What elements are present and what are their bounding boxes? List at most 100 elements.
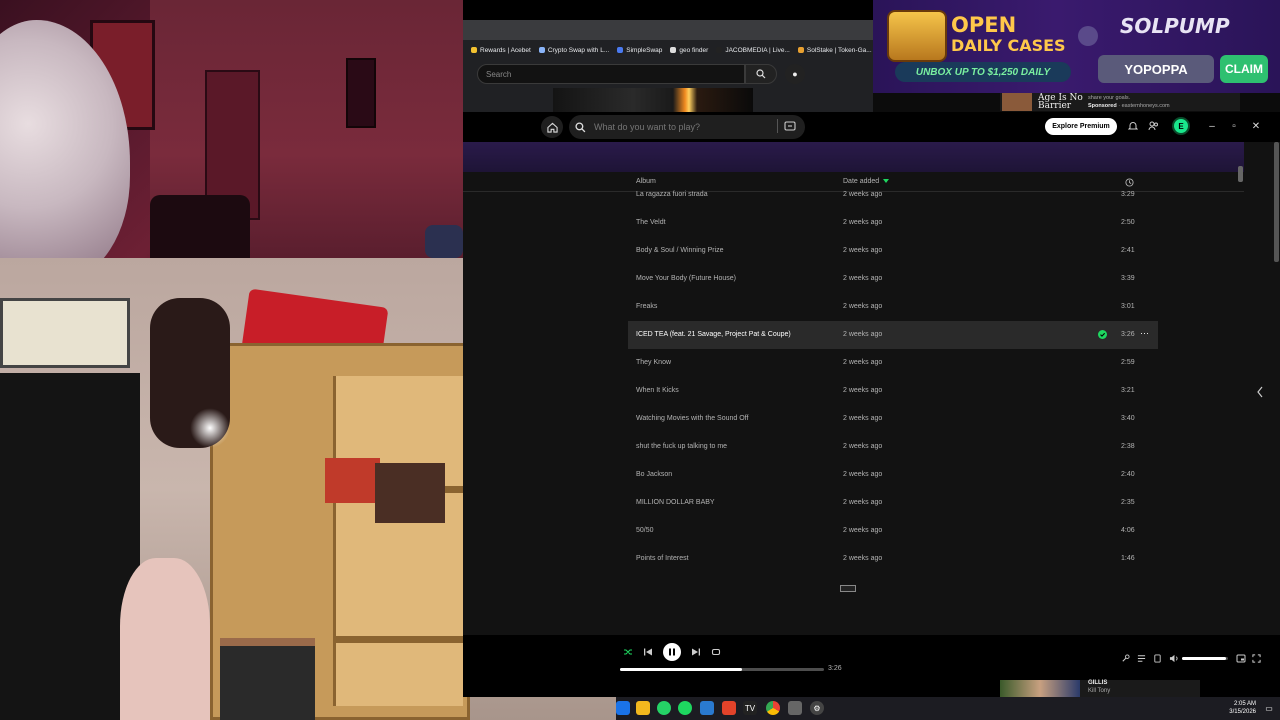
connect-device-icon[interactable] [1153, 654, 1162, 663]
youtube-search-input[interactable]: Search [477, 64, 745, 84]
track-row[interactable]: Watching Movies with the Sound Off 2 week… [463, 405, 1244, 433]
brave-icon[interactable] [722, 701, 736, 715]
pause-button[interactable] [663, 643, 681, 661]
scrollbar-thumb[interactable] [1238, 166, 1243, 182]
track-album[interactable]: They Know [636, 359, 671, 366]
track-album[interactable]: 50/50 [636, 527, 654, 534]
track-row[interactable]: Points of Interest 2 weeks ago 1:46 [463, 545, 1244, 573]
volume-icon[interactable] [1169, 654, 1179, 663]
video-thumbnail[interactable] [553, 88, 753, 112]
volume-slider[interactable] [1182, 657, 1228, 660]
track-album[interactable]: Move Your Body (Future House) [636, 275, 736, 282]
previous-track-icon[interactable] [643, 647, 653, 657]
friend-activity-icon[interactable] [1147, 120, 1159, 132]
track-date-added: 2 weeks ago [843, 555, 883, 562]
track-row[interactable]: 50/50 2 weeks ago 4:06 [463, 517, 1244, 545]
track-row[interactable]: They Know 2 weeks ago 2:59 [463, 349, 1244, 377]
track-duration: 4:06 [1121, 527, 1135, 534]
shuffle-icon[interactable] [623, 647, 633, 657]
home-button[interactable] [541, 116, 563, 138]
track-album[interactable]: La ragazza fuori strada [636, 191, 708, 198]
saved-check-icon[interactable] [1098, 330, 1107, 339]
taskbar-time: 2:05 AM [1233, 701, 1256, 707]
track-album[interactable]: Freaks [636, 303, 657, 310]
spotify-icon[interactable] [678, 701, 692, 715]
whatsapp-icon[interactable] [657, 701, 671, 715]
taskbar-clock[interactable]: 2:05 AM 3/15/2026 [1226, 700, 1256, 716]
bookmark-item[interactable]: SimpleSwap [617, 47, 662, 54]
track-album[interactable]: Points of Interest [636, 555, 689, 562]
more-options-icon[interactable]: ··· [1140, 328, 1149, 338]
playback-progress-bar[interactable] [620, 668, 824, 671]
ad-thumbnail [1002, 93, 1032, 111]
track-row[interactable]: Bo Jackson 2 weeks ago 2:40 [463, 461, 1244, 489]
track-row[interactable]: shut the fuck up talking to me 2 weeks ag… [463, 433, 1244, 461]
total-time: 3:26 [828, 665, 842, 672]
search-icon [575, 121, 586, 132]
minimize-icon[interactable]: – [1204, 118, 1220, 134]
track-row[interactable]: Move Your Body (Future House) 2 weeks ago… [463, 265, 1244, 293]
track-row[interactable]: The Veldt 2 weeks ago 2:50 [463, 209, 1244, 237]
tradingview-icon[interactable]: TV [743, 701, 757, 715]
track-album[interactable]: Bo Jackson [636, 471, 672, 478]
microphone-icon[interactable]: ● [785, 64, 805, 84]
bookmark-item[interactable]: JACOBMEDIA | Live... [716, 47, 790, 54]
track-duration: 1:46 [1121, 555, 1135, 562]
maximize-icon[interactable]: ▫ [1226, 118, 1242, 134]
track-row[interactable]: Freaks 2 weeks ago 3:01 [463, 293, 1244, 321]
track-date-added: 2 weeks ago [843, 387, 883, 394]
ad-claim-button[interactable]: CLAIM [1220, 55, 1268, 83]
next-track-icon[interactable] [691, 647, 701, 657]
track-album[interactable]: Body & Soul / Winning Prize [636, 247, 724, 254]
bookmark-item[interactable]: geo finder [670, 47, 708, 54]
track-row[interactable]: ICED TEA (feat. 21 Savage, Project Pat &… [628, 321, 1158, 349]
user-avatar[interactable]: E [1172, 117, 1190, 135]
sponsored-ad[interactable]: Age Is No Barrier share your goals. Spon… [1000, 93, 1240, 111]
miniplayer-icon[interactable] [1236, 654, 1246, 663]
settings-icon[interactable]: ⚙ [810, 701, 824, 715]
spotify-search-input[interactable] [594, 122, 774, 132]
mic-lyrics-icon[interactable] [1121, 654, 1130, 663]
track-album[interactable]: The Veldt [636, 219, 666, 226]
notification-icon[interactable]: ▭ [1262, 701, 1276, 715]
notifications-bell-icon[interactable] [1127, 120, 1139, 132]
chevron-left-icon[interactable] [1256, 386, 1264, 398]
track-album[interactable]: MILLION DOLLAR BABY [636, 499, 715, 506]
track-row[interactable]: La ragazza fuori strada 2 weeks ago 3:29 [463, 181, 1244, 209]
youtube-search-button[interactable] [745, 64, 777, 84]
bookmark-item[interactable]: Rewards | Acebet [471, 47, 531, 54]
playback-progress-fill [620, 668, 743, 671]
track-album[interactable]: shut the fuck up talking to me [636, 443, 727, 450]
vscode-icon[interactable] [700, 701, 714, 715]
close-icon[interactable]: ✕ [1248, 118, 1264, 134]
browser-topbar [463, 0, 873, 20]
track-row[interactable]: When It Kicks 2 weeks ago 3:21 [463, 377, 1244, 405]
spotify-search-bar[interactable] [569, 115, 805, 139]
track-album[interactable]: When It Kicks [636, 387, 679, 394]
video-suggestion[interactable]: GILLIS Kill Tony [1000, 680, 1200, 697]
spotify-main-view: Album Date added La ragazza fuori strada… [463, 142, 1244, 635]
repeat-icon[interactable] [711, 647, 721, 657]
file-explorer-icon[interactable] [636, 701, 650, 715]
browse-icon[interactable] [784, 120, 796, 132]
explore-premium-button[interactable]: Explore Premium [1045, 118, 1117, 135]
ad-banner[interactable]: OPEN DAILY CASES UNBOX UP TO $1,250 DAIL… [873, 0, 1280, 93]
chrome-icon[interactable] [766, 701, 780, 715]
track-duration: 3:39 [1121, 275, 1135, 282]
track-duration: 2:38 [1121, 443, 1135, 450]
track-album[interactable]: ICED TEA (feat. 21 Savage, Project Pat &… [636, 331, 791, 338]
outer-scrollbar-thumb[interactable] [1274, 142, 1279, 262]
edge-icon[interactable] [616, 701, 630, 715]
track-row[interactable]: Body & Soul / Winning Prize 2 weeks ago 2:… [463, 237, 1244, 265]
search-divider [777, 119, 778, 133]
bookmark-item[interactable]: SolStake | Token-Ga... [797, 47, 872, 54]
treasure-chest-icon [887, 10, 947, 62]
track-album[interactable]: Watching Movies with the Sound Off [636, 415, 748, 422]
bookmark-item[interactable]: Crypto Swap with L... [538, 47, 609, 54]
queue-icon[interactable] [1137, 654, 1146, 663]
windows-taskbar: TV ⚙ 2:05 AM 3/15/2026 ▭ [616, 697, 1280, 720]
fullscreen-icon[interactable] [1252, 654, 1261, 663]
video-suggestion-thumbnail [1000, 680, 1080, 697]
app-icon[interactable] [788, 701, 802, 715]
track-row[interactable]: MILLION DOLLAR BABY 2 weeks ago 2:35 [463, 489, 1244, 517]
